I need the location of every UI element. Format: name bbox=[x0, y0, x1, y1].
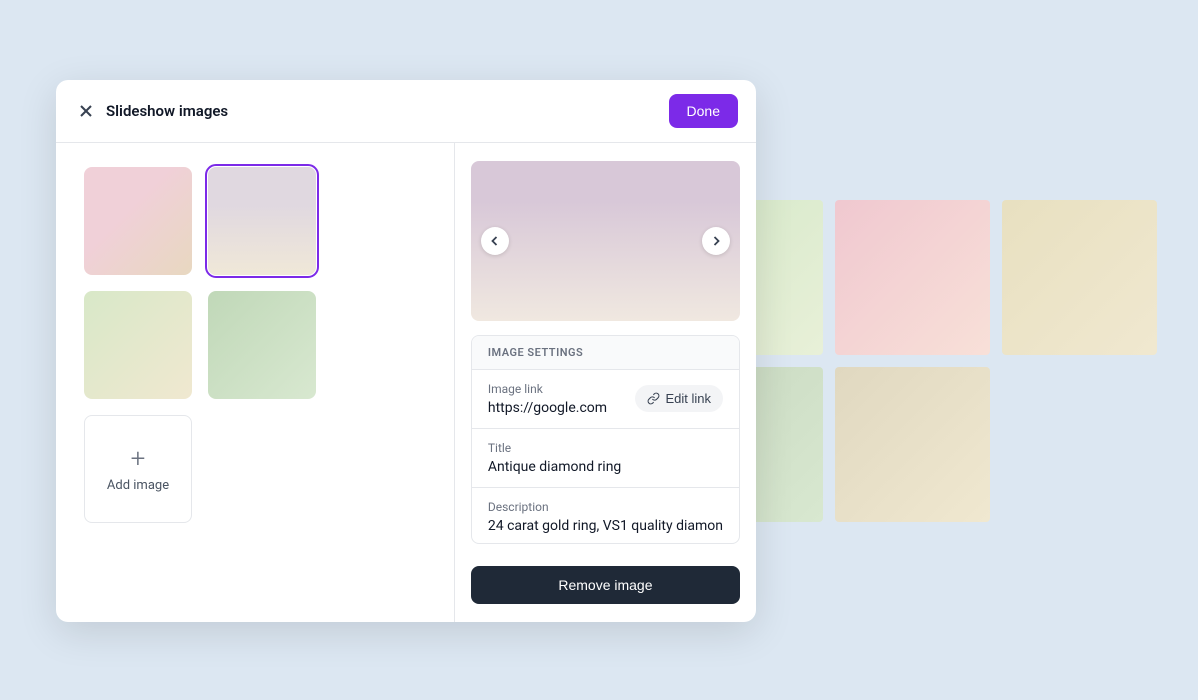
modal-title: Slideshow images bbox=[106, 102, 669, 120]
close-button[interactable] bbox=[74, 99, 98, 123]
next-button[interactable] bbox=[702, 227, 730, 255]
modal-body: + Add image IMAGE SETTINGS Image link bbox=[56, 143, 756, 622]
add-image-label: Add image bbox=[107, 478, 169, 493]
slideshow-modal: Slideshow images Done + Add image bbox=[56, 80, 756, 622]
chevron-left-icon bbox=[490, 236, 500, 246]
title-label: Title bbox=[488, 441, 723, 455]
close-icon bbox=[78, 103, 94, 119]
add-image-button[interactable]: + Add image bbox=[84, 415, 192, 523]
modal-header: Slideshow images Done bbox=[56, 80, 756, 143]
thumbnail-2-selected[interactable] bbox=[208, 167, 316, 275]
remove-image-button[interactable]: Remove image bbox=[471, 566, 740, 604]
image-link-label: Image link bbox=[488, 382, 624, 396]
edit-link-button[interactable]: Edit link bbox=[635, 385, 723, 412]
gallery-thumb bbox=[835, 367, 990, 522]
done-button[interactable]: Done bbox=[669, 94, 738, 128]
image-preview bbox=[471, 161, 740, 321]
title-row: Title Antique diamond ring bbox=[472, 429, 739, 488]
image-settings-card: IMAGE SETTINGS Image link https://google… bbox=[471, 335, 740, 544]
image-link-value: https://google.com bbox=[488, 400, 624, 416]
image-link-row: Image link https://google.com Edit link bbox=[472, 370, 739, 429]
thumbnail-grid: + Add image bbox=[84, 167, 426, 523]
description-label: Description bbox=[488, 500, 723, 514]
settings-header: IMAGE SETTINGS bbox=[472, 336, 739, 370]
description-value: 24 carat gold ring, VS1 quality diamon bbox=[488, 518, 723, 534]
edit-link-label: Edit link bbox=[665, 391, 711, 406]
gallery-thumb bbox=[1002, 200, 1157, 355]
thumbnail-4[interactable] bbox=[208, 291, 316, 399]
link-icon bbox=[647, 392, 660, 405]
thumbnail-1[interactable] bbox=[84, 167, 192, 275]
gallery-thumb bbox=[835, 200, 990, 355]
details-panel: IMAGE SETTINGS Image link https://google… bbox=[455, 143, 756, 622]
thumbnail-3[interactable] bbox=[84, 291, 192, 399]
thumbnails-panel: + Add image bbox=[56, 143, 455, 622]
description-row: Description 24 carat gold ring, VS1 qual… bbox=[472, 488, 739, 544]
chevron-right-icon bbox=[711, 236, 721, 246]
title-value: Antique diamond ring bbox=[488, 459, 723, 475]
plus-icon: + bbox=[131, 446, 146, 472]
prev-button[interactable] bbox=[481, 227, 509, 255]
